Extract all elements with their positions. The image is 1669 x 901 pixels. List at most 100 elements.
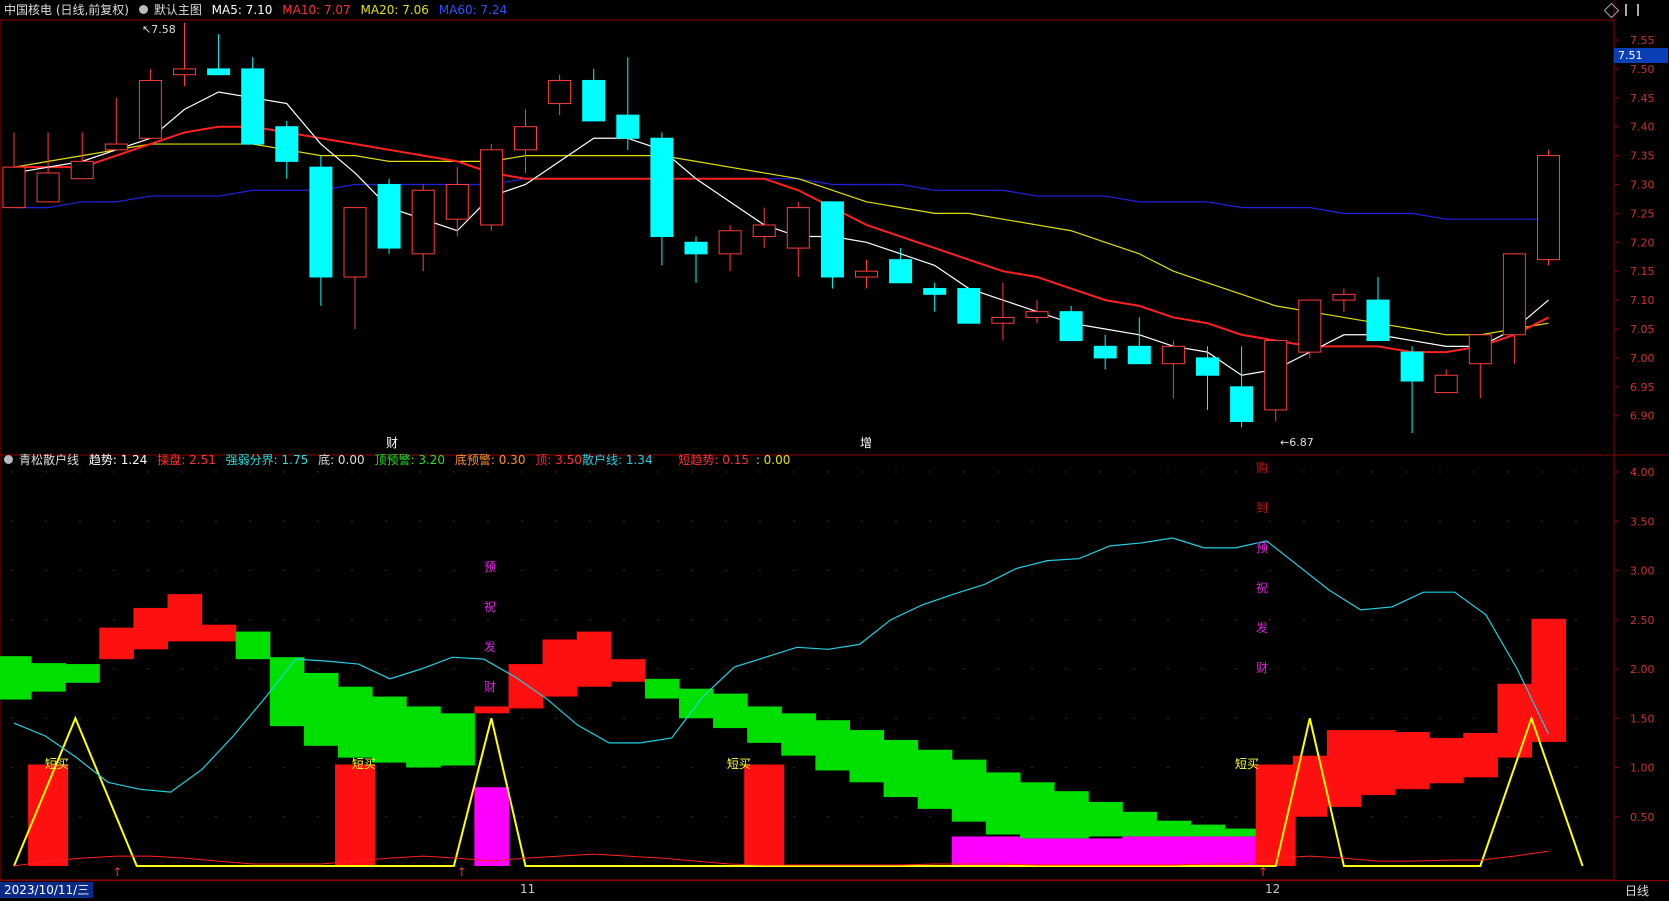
- grid-dot: [1575, 520, 1577, 522]
- grid-dot: [215, 668, 217, 670]
- grid-dot: [1575, 766, 1577, 769]
- grid-dot: [861, 816, 863, 818]
- grid-dot: [11, 569, 13, 572]
- grid-dot: [11, 816, 13, 818]
- grid-dot: [793, 816, 795, 818]
- grid-dot: [555, 520, 557, 522]
- grid-dot: [1133, 668, 1135, 670]
- dip-value: 操盘: 2.51: [157, 453, 216, 467]
- grid-dot: [963, 471, 965, 473]
- grid-dot: [793, 520, 795, 522]
- candle-body: [820, 201, 844, 278]
- stock-title[interactable]: 中国核电 (日线,前复权): [4, 3, 129, 17]
- trend-band-block: [849, 730, 885, 783]
- top-warn-value: 顶预警: 3.20: [374, 453, 446, 467]
- trend-band-block: [1020, 782, 1055, 839]
- indicator-settings-icon[interactable]: [4, 455, 13, 464]
- grid-dot: [181, 717, 183, 719]
- grid-dot: [793, 619, 795, 621]
- grid-dot: [657, 569, 659, 572]
- grid-dot: [1473, 717, 1475, 719]
- period-label[interactable]: 日线: [1625, 882, 1649, 899]
- candle-body: [855, 270, 878, 278]
- grid-dot: [1201, 668, 1203, 670]
- trend-band-block: [167, 594, 203, 642]
- indicator-name[interactable]: 青松散户线: [19, 453, 79, 467]
- grid-dot: [1133, 619, 1135, 621]
- grid-dot: [963, 668, 965, 670]
- grid-dot: [1337, 569, 1339, 572]
- grid-dot: [113, 766, 115, 769]
- trend-band-block: [610, 659, 646, 682]
- trend-band-block: [1463, 733, 1498, 778]
- grid-dot: [725, 619, 727, 621]
- grid-dot: [521, 569, 523, 572]
- grid-dot: [1405, 520, 1407, 522]
- grid-dot: [1031, 520, 1033, 522]
- grid-dot: [691, 619, 693, 621]
- indicator-axis-label: 1.00: [1630, 762, 1655, 775]
- candle-body: [479, 149, 503, 226]
- grid-dot: [79, 717, 81, 719]
- grid-dot: [1439, 619, 1441, 621]
- current-price-box: 7.51: [1614, 48, 1668, 63]
- grid-dot: [181, 520, 183, 522]
- grid-dot: [1235, 471, 1237, 473]
- indicator-axis-label: 2.50: [1630, 614, 1655, 627]
- grid-dot: [1541, 816, 1543, 818]
- entry-bar: [335, 764, 375, 866]
- grid-dot: [963, 569, 965, 572]
- grid-dot: [1575, 717, 1577, 719]
- trend-band-block: [372, 696, 407, 763]
- grid-dot: [1473, 619, 1475, 621]
- candle-body: [36, 172, 60, 203]
- magenta-block: [1020, 838, 1055, 866]
- grid-dot: [283, 619, 285, 621]
- grid-dot: [521, 717, 523, 719]
- grid-dot: [1099, 569, 1101, 572]
- grid-dot: [45, 717, 47, 719]
- trend-band-block: [1190, 824, 1226, 837]
- grid-dot: [317, 668, 319, 670]
- grid-dot: [11, 520, 13, 522]
- wish-char: 发: [484, 639, 496, 654]
- grid-dot: [555, 816, 557, 818]
- grid-dot: [1371, 520, 1373, 522]
- grid-dot: [589, 766, 591, 769]
- grid-dot: [1167, 471, 1169, 473]
- grid-dot: [1541, 766, 1543, 769]
- candle-body: [1264, 340, 1288, 411]
- wish-char: 预: [484, 560, 496, 574]
- grid-dot: [487, 520, 489, 522]
- candle-body: [1127, 345, 1151, 365]
- grid-dot: [1133, 717, 1135, 719]
- panel-toggle-icon[interactable]: [1625, 4, 1639, 16]
- grid-dot: [1031, 717, 1033, 719]
- grid-dot: [1337, 471, 1339, 473]
- candle-body: [514, 126, 537, 151]
- candle-body: [1400, 351, 1424, 382]
- grid-dot: [1201, 569, 1203, 572]
- grid-dot: [929, 668, 931, 670]
- price-axis-label: 6.95: [1630, 381, 1655, 394]
- candle-body: [957, 288, 981, 324]
- candle-body: [1468, 334, 1492, 365]
- candle-body: [1161, 345, 1185, 365]
- grid-dot: [1167, 619, 1169, 621]
- grid-dot: [589, 471, 591, 473]
- grid-dot: [691, 816, 693, 818]
- price-axis-label: 7.35: [1630, 150, 1655, 163]
- wish-char: 祝: [1256, 581, 1268, 595]
- chart-settings-icon[interactable]: [138, 5, 148, 14]
- trend-band-block: [815, 720, 850, 771]
- chart-mode[interactable]: 默认主图: [154, 3, 202, 17]
- magenta-block: [474, 787, 509, 866]
- grid-dot: [453, 816, 455, 818]
- trend-band-block: [406, 706, 441, 768]
- divide-value: 强弱分界: 1.75: [225, 453, 309, 467]
- grid-dot: [113, 619, 115, 621]
- colon-value: : 0.00: [755, 453, 791, 467]
- grid-dot: [1473, 471, 1475, 473]
- grid-dot: [11, 471, 13, 473]
- grid-dot: [1371, 668, 1373, 670]
